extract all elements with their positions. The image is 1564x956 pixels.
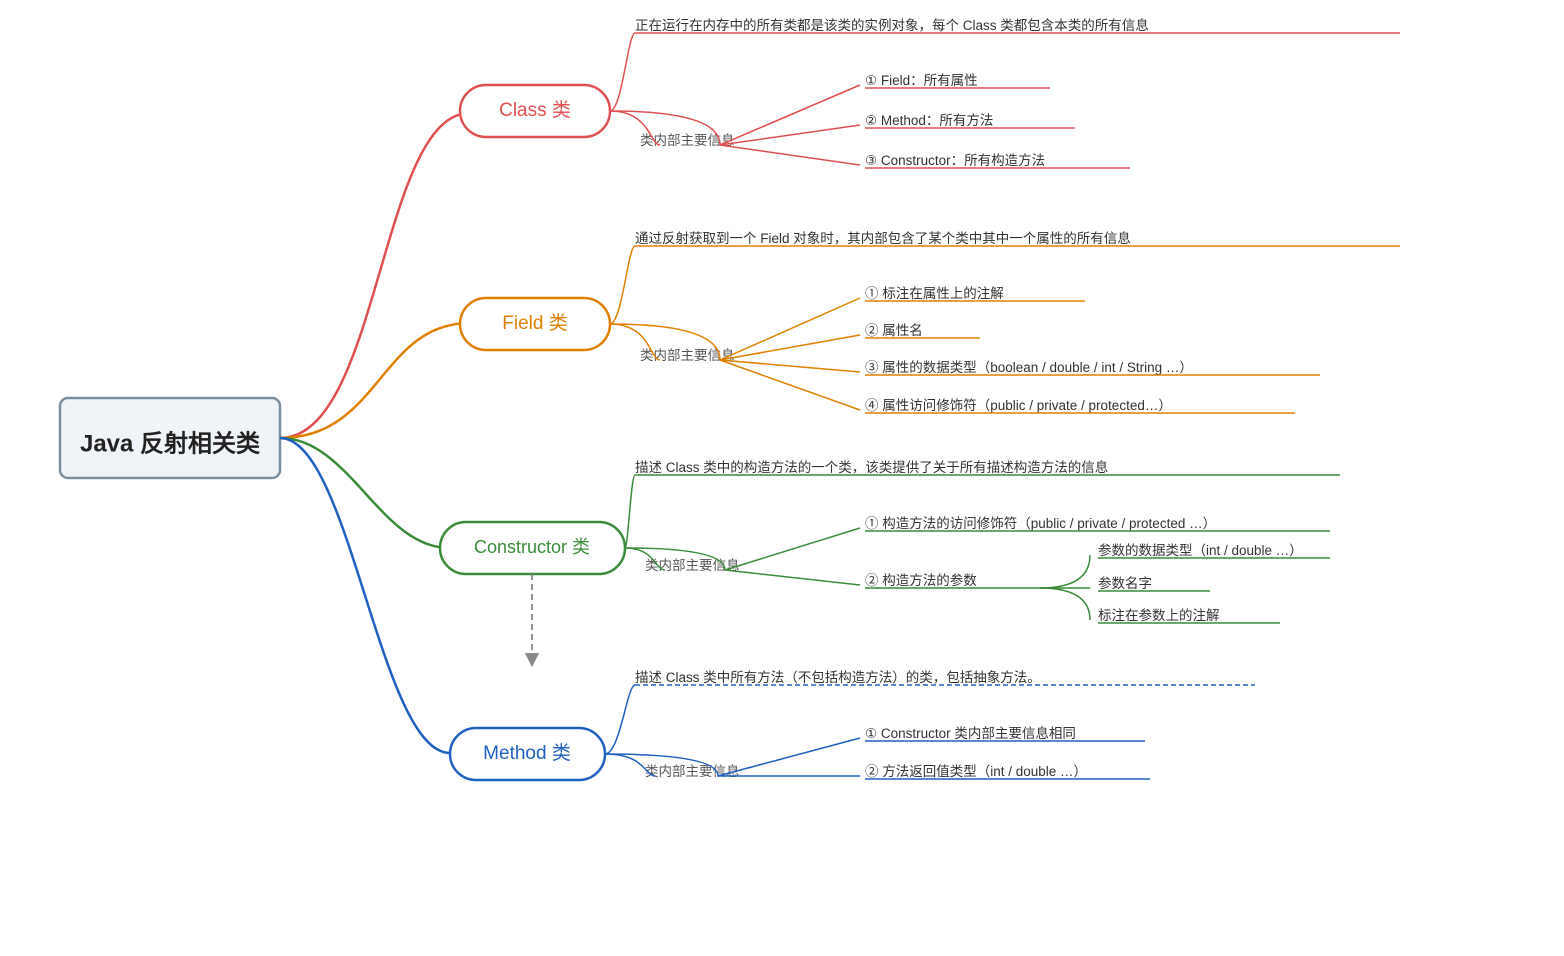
svg-text:③ Constructor：所有构造方法: ③ Constructor：所有构造方法: [865, 153, 1045, 168]
svg-text:正在运行在内存中的所有类都是该类的实例对象，每个 Class: 正在运行在内存中的所有类都是该类的实例对象，每个 Class 类都包含本类的所有…: [635, 17, 1149, 33]
svg-text:描述 Class 类中所有方法（不包括构造方法）的类，包括抽: 描述 Class 类中所有方法（不包括构造方法）的类，包括抽象方法。: [635, 670, 1041, 685]
svg-text:参数名字: 参数名字: [1098, 575, 1152, 591]
svg-text:描述 Class 类中的构造方法的一个类，该类提供了关于所有: 描述 Class 类中的构造方法的一个类，该类提供了关于所有描述构造方法的信息: [635, 459, 1108, 475]
svg-text:① Field：所有属性: ① Field：所有属性: [865, 73, 978, 88]
svg-text:② 属性名: ② 属性名: [865, 323, 923, 338]
svg-text:Constructor 类: Constructor 类: [474, 537, 590, 557]
svg-text:① 标注在属性上的注解: ① 标注在属性上的注解: [865, 286, 1004, 301]
svg-text:Java 反射相关类: Java 反射相关类: [80, 430, 261, 457]
svg-text:③ 属性的数据类型（boolean / double / i: ③ 属性的数据类型（boolean / double / int / Strin…: [865, 360, 1193, 375]
svg-text:② 方法返回值类型（int / double …）: ② 方法返回值类型（int / double …）: [865, 764, 1087, 779]
svg-text:Method 类: Method 类: [483, 742, 571, 764]
svg-text:② Method：所有方法: ② Method：所有方法: [865, 113, 993, 128]
svg-text:① Constructor 类内部主要信息相同: ① Constructor 类内部主要信息相同: [865, 725, 1076, 741]
svg-text:标注在参数上的注解: 标注在参数上的注解: [1098, 607, 1220, 623]
svg-text:Class 类: Class 类: [499, 99, 571, 121]
svg-text:通过反射获取到一个 Field 对象时，其内部包含了某个类中: 通过反射获取到一个 Field 对象时，其内部包含了某个类中其中一个属性的所有信…: [635, 230, 1131, 246]
svg-text:参数的数据类型（int / double …）: 参数的数据类型（int / double …）: [1098, 542, 1303, 558]
svg-text:① 构造方法的访问修饰符（public / private: ① 构造方法的访问修饰符（public / private / protecte…: [865, 516, 1216, 531]
svg-text:④ 属性访问修饰符（public / private / p: ④ 属性访问修饰符（public / private / protected…）: [865, 398, 1172, 413]
svg-text:② 构造方法的参数: ② 构造方法的参数: [865, 572, 977, 588]
svg-text:Field 类: Field 类: [502, 312, 567, 334]
